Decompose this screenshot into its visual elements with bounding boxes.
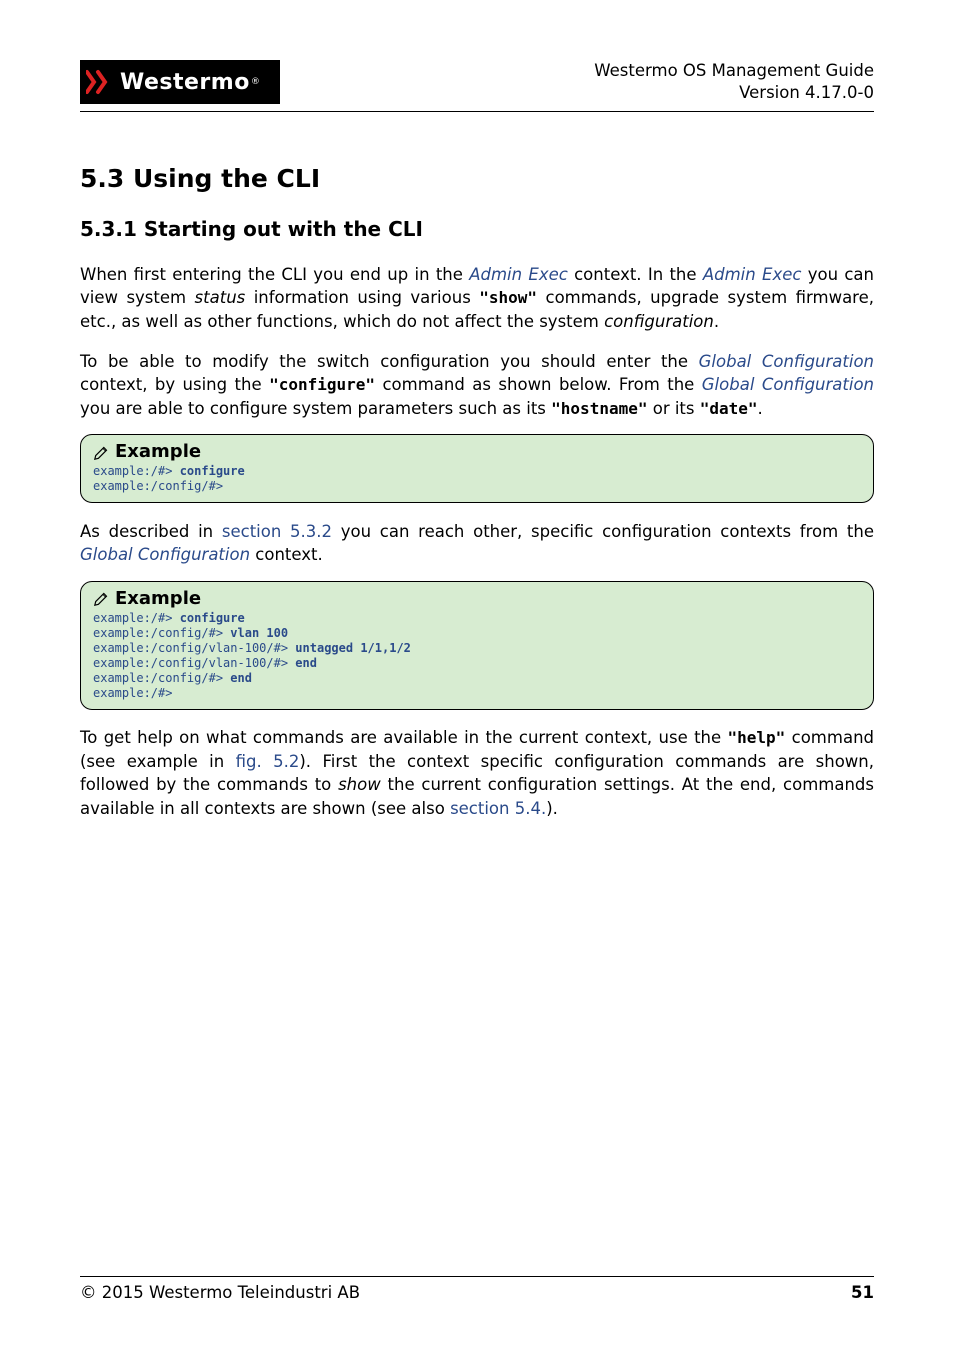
code-help: "help" [728, 728, 786, 747]
logo-text: Westermo [120, 70, 250, 95]
example-box-1: Example example:/#> configure example:/c… [80, 434, 874, 503]
section-heading-5-3: 5.3 Using the CLI [80, 164, 874, 193]
page-footer: © 2015 Westermo Teleindustri AB 51 [80, 1276, 874, 1302]
ex2-l4-cmd: end [295, 656, 317, 670]
logo-registered-icon: ® [251, 77, 260, 87]
link-section-5-4[interactable]: section 5.4. [450, 799, 546, 818]
footer-copyright: © 2015 Westermo Teleindustri AB [80, 1283, 360, 1302]
ex1-l1-cmd: configure [180, 464, 245, 478]
p4-text-a: To get help on what commands are availab… [80, 728, 728, 747]
ex2-l6-prompt: example:/#> [93, 686, 172, 700]
p2-text-a: To be able to modify the switch configur… [80, 352, 699, 371]
section-heading-5-3-1: 5.3.1 Starting out with the CLI [80, 217, 874, 241]
example-2-code: example:/#> configure example:/config/#>… [93, 611, 861, 701]
paragraph-3: As described in section 5.3.2 you can re… [80, 520, 874, 567]
ex1-l1-prompt: example:/#> [93, 464, 180, 478]
link-fig-5-2[interactable]: fig. 5.2 [236, 752, 300, 771]
p1-text-a: When first entering the CLI you end up i… [80, 265, 469, 284]
example-box-2: Example example:/#> configure example:/c… [80, 581, 874, 710]
p1-italic-configuration: configuration [604, 312, 714, 331]
ex2-l1-cmd: configure [180, 611, 245, 625]
p1-italic-status: status [195, 288, 246, 307]
doc-version: Version 4.17.0-0 [594, 82, 874, 104]
ex2-l2-prompt: example:/config/#> [93, 626, 230, 640]
link-admin-exec-1[interactable]: Admin Exec [469, 265, 568, 284]
ex2-l1-prompt: example:/#> [93, 611, 180, 625]
p3-text-b: you can reach other, specific configurat… [332, 522, 874, 541]
ex2-l2-cmd: vlan 100 [230, 626, 288, 640]
code-hostname: "hostname" [551, 399, 647, 418]
p2-text-e: or its [647, 399, 699, 418]
logo-chevrons-icon [86, 69, 114, 95]
p3-text-a: As described in [80, 522, 222, 541]
link-global-config-1[interactable]: Global Configuration [699, 352, 874, 371]
p2-text-f: . [758, 399, 763, 418]
header-rule [80, 111, 874, 112]
p3-text-c: context. [250, 545, 323, 564]
doc-title: Westermo OS Management Guide [594, 60, 874, 82]
p1-text-f: . [714, 312, 719, 331]
ex2-l5-cmd: end [230, 671, 252, 685]
link-section-5-3-2[interactable]: section 5.3.2 [222, 522, 332, 541]
example-title-2: Example [115, 588, 201, 609]
example-title-1: Example [115, 441, 201, 462]
page-header: Westermo® Westermo OS Management Guide V… [80, 60, 874, 105]
example-1-code: example:/#> configure example:/config/#> [93, 464, 861, 494]
code-configure: "configure" [269, 375, 375, 394]
page-number: 51 [851, 1283, 874, 1302]
p4-italic-show: show [338, 775, 381, 794]
link-global-config-2[interactable]: Global Configuration [702, 375, 874, 394]
p4-text-e: ). [546, 799, 558, 818]
p2-text-b: context, by using the [80, 375, 269, 394]
paragraph-4: To get help on what commands are availab… [80, 726, 874, 820]
p1-text-d: information using various [245, 288, 479, 307]
code-date: "date" [700, 399, 758, 418]
paragraph-1: When first entering the CLI you end up i… [80, 263, 874, 334]
p1-text-b: context. In the [568, 265, 703, 284]
paragraph-2: To be able to modify the switch configur… [80, 350, 874, 421]
ex2-l4-prompt: example:/config/vlan-100/#> [93, 656, 295, 670]
footer-rule [80, 1276, 874, 1277]
ex2-l5-prompt: example:/config/#> [93, 671, 230, 685]
logo: Westermo® [80, 60, 280, 104]
pencil-icon [93, 443, 111, 461]
p2-text-c: command as shown below. From the [375, 375, 702, 394]
ex2-l3-cmd: untagged 1/1,1/2 [295, 641, 411, 655]
header-doc-info: Westermo OS Management Guide Version 4.1… [594, 60, 874, 105]
code-show: "show" [479, 288, 537, 307]
ex1-l2-prompt: example:/config/#> [93, 479, 223, 493]
link-global-config-3[interactable]: Global Configuration [80, 545, 250, 564]
ex2-l3-prompt: example:/config/vlan-100/#> [93, 641, 295, 655]
p2-text-d: you are able to configure system paramet… [80, 399, 551, 418]
pencil-icon [93, 589, 111, 607]
link-admin-exec-2[interactable]: Admin Exec [703, 265, 802, 284]
